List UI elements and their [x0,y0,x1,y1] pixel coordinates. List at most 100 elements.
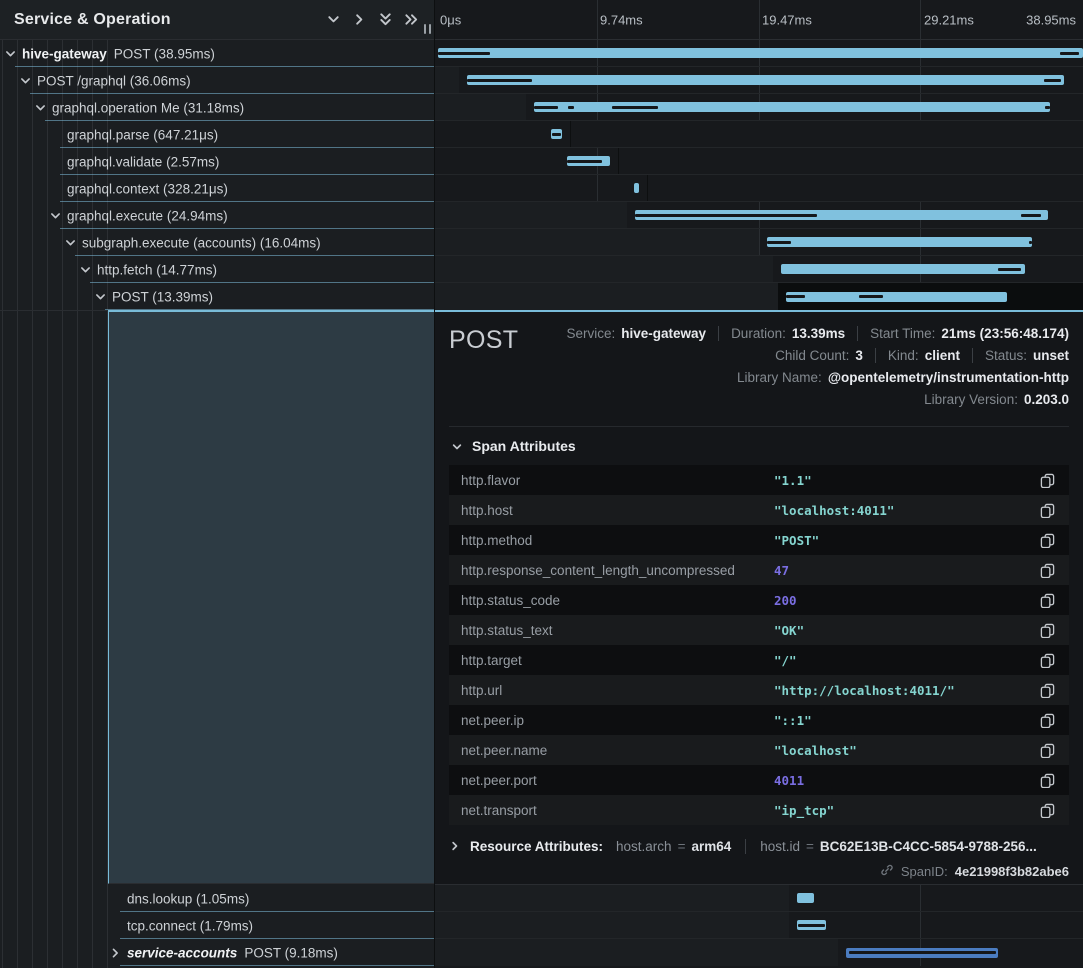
chevron-down-icon[interactable] [49,209,62,222]
span-duration-bar[interactable] [797,893,814,903]
span-duration-bar[interactable] [786,292,1008,302]
chevron-right-icon[interactable] [109,946,122,959]
double-chevron-right-icon[interactable] [398,7,424,33]
span-detail-title: POST [449,322,518,355]
chevron-down-icon[interactable] [79,263,92,276]
timeline-row-post[interactable]: 13.39ms [435,283,1083,310]
copy-icon[interactable] [1037,590,1057,610]
span-row-post-graphql[interactable]: POST /graphql (36.06ms) [0,67,434,94]
span-row-graphql-context[interactable]: graphql.context (328.21μs) [0,175,434,202]
child-span-mark [1060,52,1079,55]
span-duration-bar[interactable] [534,102,1050,112]
tick-label: 29.21ms [924,12,974,27]
timeline-row-graphql-execute[interactable]: 24.94ms [435,202,1083,229]
span-row-graphql-parse[interactable]: graphql.parse (647.21μs) [0,121,434,148]
span-id-label: SpanID: [901,864,948,879]
timeline-row-post-graphql[interactable]: 36.06ms [435,67,1083,94]
timeline-row-subgraph-execute[interactable]: 16.04ms [435,229,1083,256]
timeline-row-graphql-operation-me[interactable]: 31.18ms [435,94,1083,121]
span-row-graphql-validate[interactable]: graphql.validate (2.57ms) [0,148,434,175]
attribute-value: "/" [774,653,1037,668]
copy-icon[interactable] [1037,800,1057,820]
resource-pair-host-id: host.id=BC62E13B-C4CC-5854-9788-256... [745,839,1037,854]
link-icon[interactable] [880,863,894,880]
chevron-down-icon[interactable] [64,236,77,249]
section-divider [449,426,1069,427]
chevron-down-icon[interactable] [19,74,32,87]
child-span-mark [552,133,561,136]
copy-icon[interactable] [1037,650,1057,670]
timeline-row-graphql-parse[interactable]: 647.21μs [435,121,1083,148]
attribute-key: net.peer.ip [461,713,774,728]
span-duration-bar[interactable] [438,48,1083,58]
attribute-row-net-peer-name: net.peer.name"localhost" [449,735,1069,765]
span-row-graphql-operation-me[interactable]: graphql.operation Me (31.18ms) [0,94,434,121]
field-key: Duration: [731,326,786,341]
span-row-tcp-connect[interactable]: tcp.connect (1.79ms) [0,912,434,939]
timeline-row-graphql-context[interactable]: 328.21μs [435,175,1083,202]
span-duration-bar[interactable] [846,948,998,958]
copy-icon[interactable] [1037,530,1057,550]
span-row-hive-gateway-post[interactable]: hive-gatewayPOST (38.95ms) [0,40,434,67]
chevron-right-icon [449,840,461,852]
span-row-http-fetch[interactable]: http.fetch (14.77ms) [0,256,434,283]
resource-attributes-pairs: host.arch=arm64host.id=BC62E13B-C4CC-585… [616,839,1037,854]
copy-icon[interactable] [1037,620,1057,640]
duration-label: 2.57ms [618,148,1083,175]
timeline-row-graphql-validate[interactable]: 2.57ms [435,148,1083,175]
detail-field-library-name: Library Name:@opentelemetry/instrumentat… [737,370,1069,385]
chevron-down-icon[interactable] [94,290,107,303]
copy-icon[interactable] [1037,560,1057,580]
span-attributes-header[interactable]: Span Attributes [451,437,1069,455]
chevron-down-icon[interactable] [4,47,17,60]
child-span-mark [438,52,490,55]
span-duration-bar[interactable] [567,156,610,166]
copy-icon[interactable] [1037,470,1057,490]
child-span-mark [998,268,1021,271]
attribute-key: net.peer.name [461,743,774,758]
timeline-row-http-fetch[interactable]: 14.77ms [435,256,1083,283]
span-duration-bar[interactable] [551,129,562,139]
child-span-mark [786,295,806,298]
service-name: service-accounts [127,945,237,960]
timeline-row-dns-lookup[interactable]: 1.05ms [435,885,1083,912]
trace-viewer: Service & Operation hive-gatewayPOST (38… [0,0,1083,968]
attribute-value: "::1" [774,713,1037,728]
timeline-row-post[interactable]: 9.18ms [435,939,1083,966]
detail-field-start-time: Start Time:21ms (23:56:48.174) [857,326,1069,341]
chevron-down-icon[interactable] [34,101,47,114]
span-row-graphql-execute[interactable]: graphql.execute (24.94ms) [0,202,434,229]
duration-label: 9.18ms [435,939,838,966]
chevron-down-icon[interactable] [320,7,346,33]
resource-attributes-row[interactable]: Resource Attributes: host.arch=arm64host… [449,837,1069,855]
span-duration-bar[interactable] [634,183,639,193]
copy-icon[interactable] [1037,680,1057,700]
span-duration-bar[interactable] [767,237,1032,247]
resource-value: arm64 [691,839,731,854]
span-tree-top: hive-gatewayPOST (38.95ms)POST /graphql … [0,40,434,310]
panel-resize-handle[interactable] [424,24,431,34]
double-chevron-down-icon[interactable] [372,7,398,33]
span-duration-bar[interactable] [781,264,1025,274]
child-span-mark [1044,79,1060,82]
timeline-rows-bottom: 1.05ms1.79ms9.18ms [435,885,1083,966]
span-row-label: tcp.connect (1.79ms) [127,918,253,933]
span-row-service-accounts-post[interactable]: service-accountsPOST (9.18ms) [0,939,434,966]
span-row-label: graphql.parse (647.21μs) [67,127,218,142]
span-row-post[interactable]: POST (13.39ms) [0,283,434,310]
copy-icon[interactable] [1037,770,1057,790]
span-row-subgraph-execute[interactable]: subgraph.execute (accounts) (16.04ms) [0,229,434,256]
span-duration-bar[interactable] [635,210,1048,220]
copy-icon[interactable] [1037,740,1057,760]
copy-icon[interactable] [1037,710,1057,730]
span-duration-bar[interactable] [467,75,1064,85]
span-row-dns-lookup[interactable]: dns.lookup (1.05ms) [0,885,434,912]
chevron-right-icon[interactable] [346,7,372,33]
child-span-mark [568,106,574,109]
span-duration-bar[interactable] [797,920,827,930]
timeline-row-tcp-connect[interactable]: 1.79ms [435,912,1083,939]
copy-icon[interactable] [1037,500,1057,520]
timeline-row-post[interactable]: 38.95ms [435,40,1083,67]
field-key: Library Version: [924,392,1018,407]
tree-header: Service & Operation [0,0,434,40]
